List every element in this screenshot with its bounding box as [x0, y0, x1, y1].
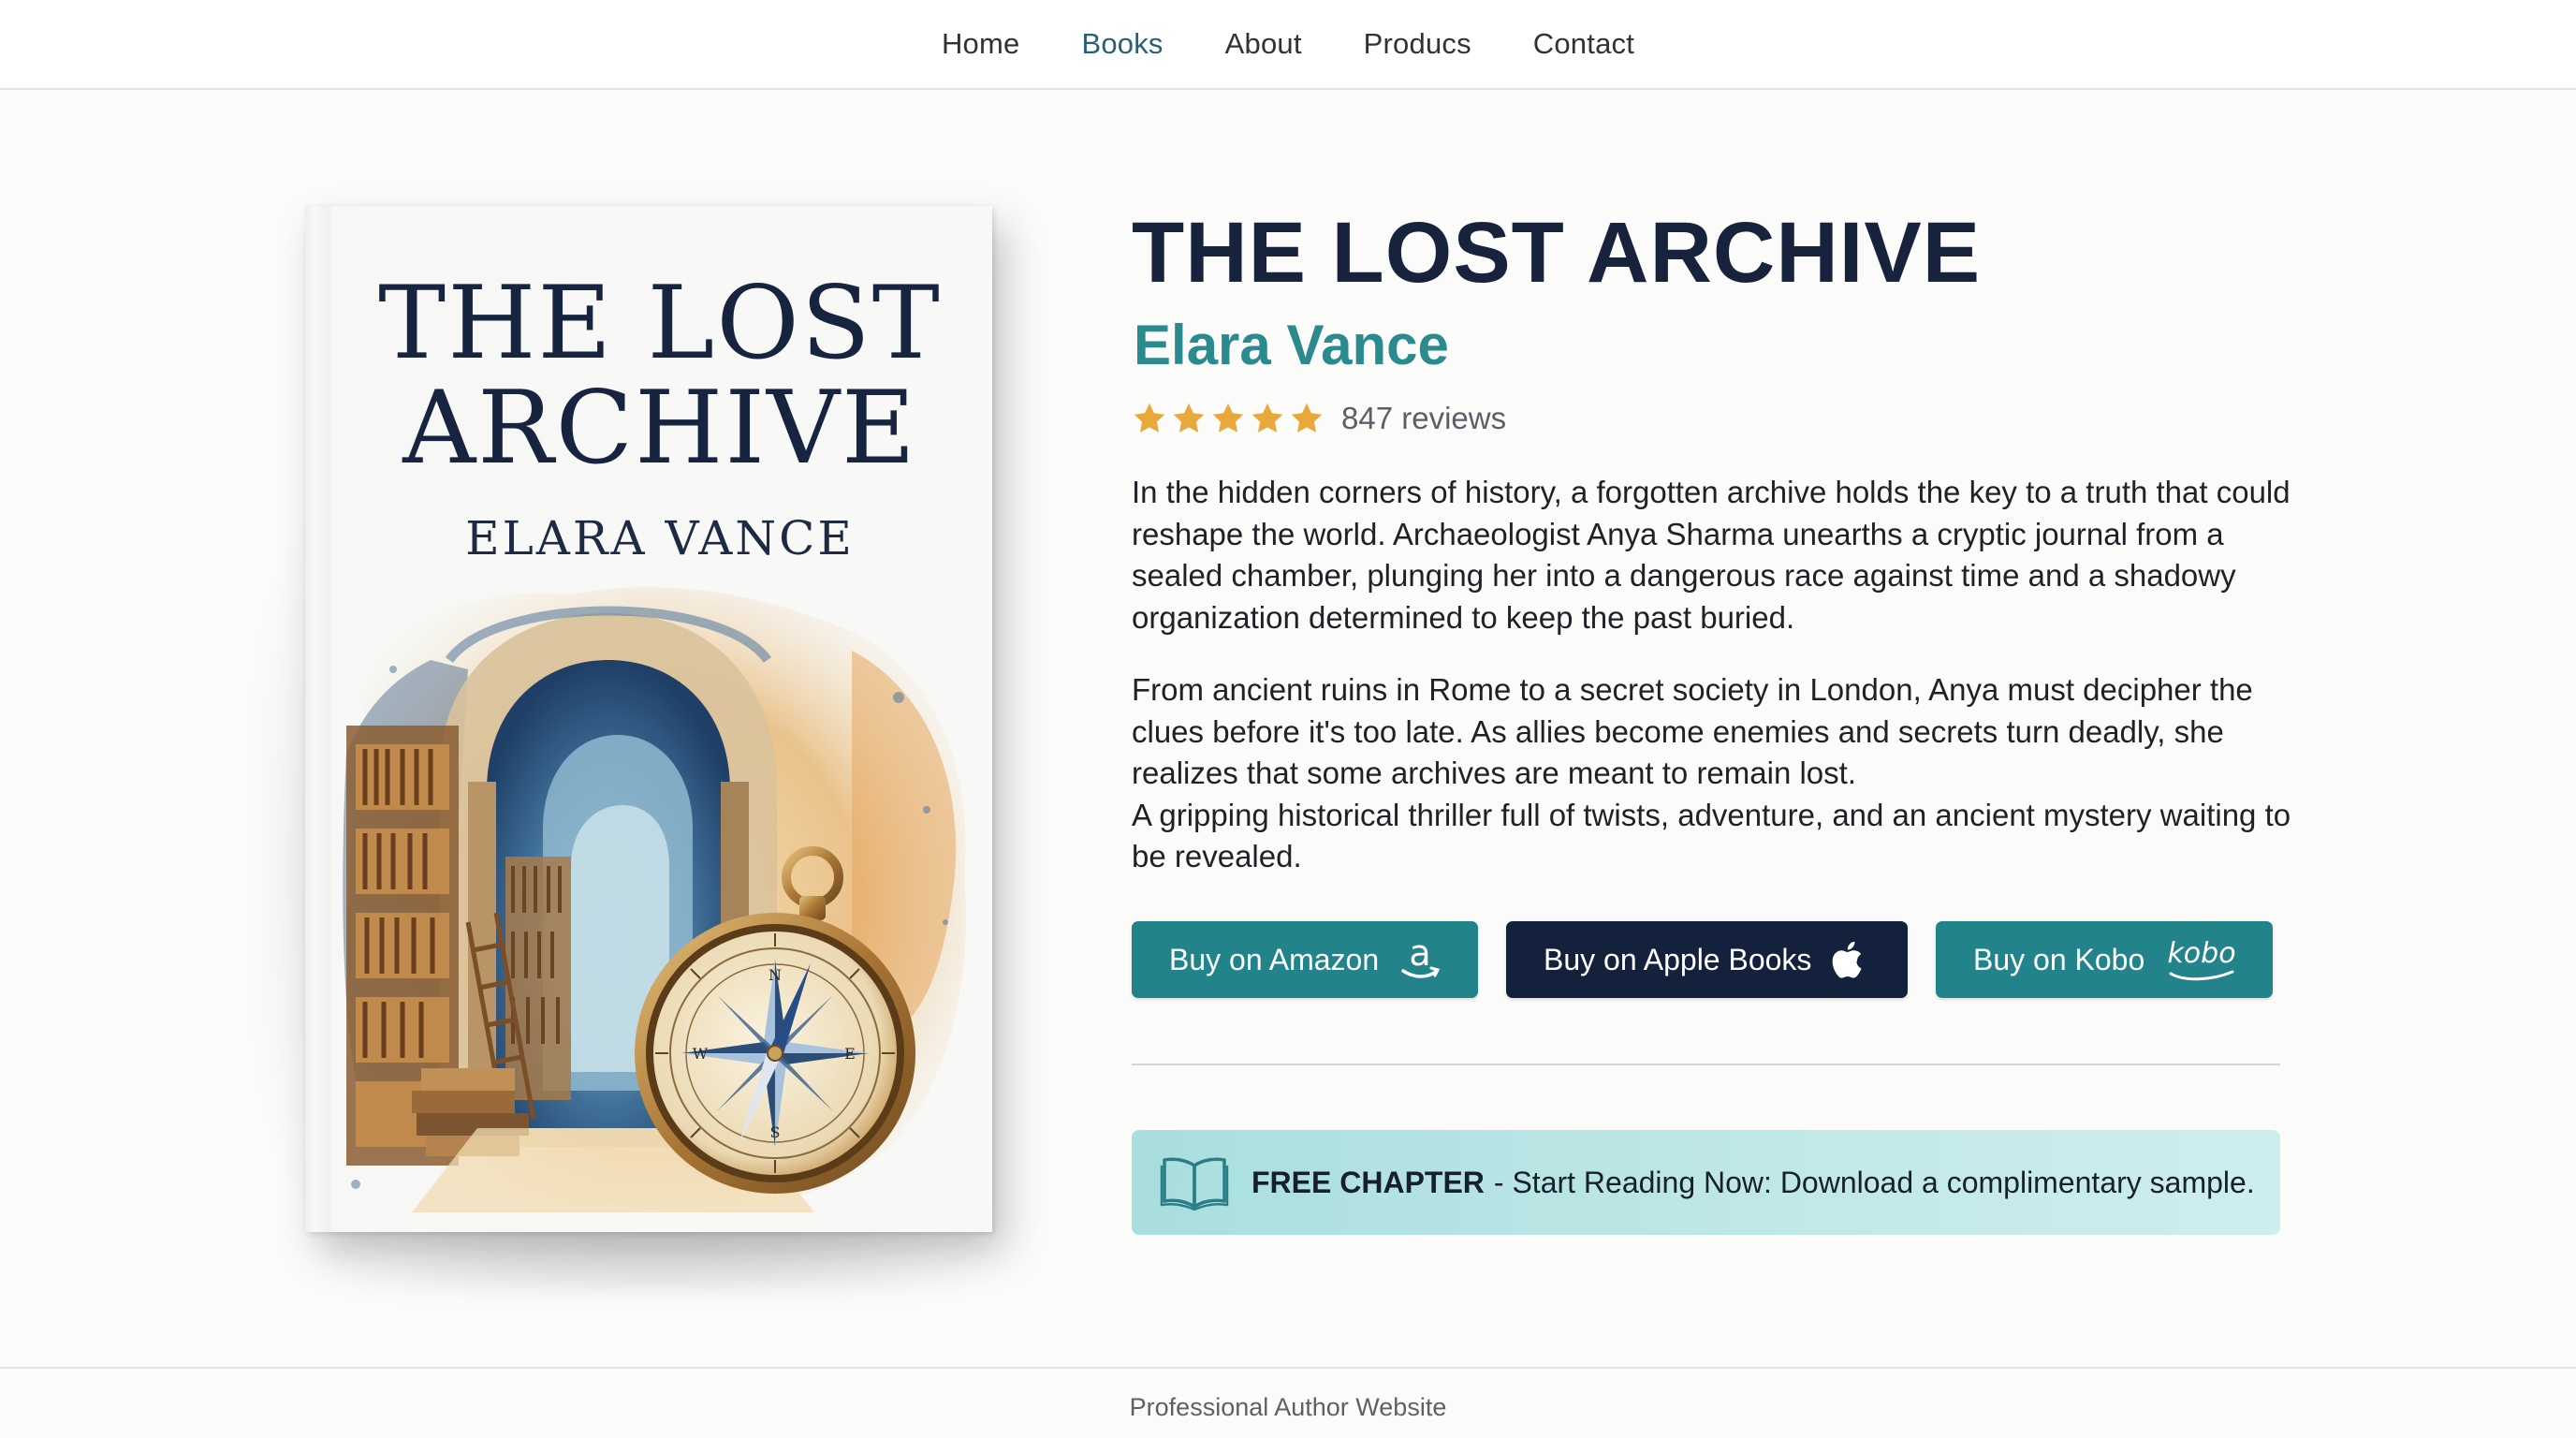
- kobo-icon-text: kobo: [2168, 937, 2236, 970]
- book-author: Elara Vance: [1134, 314, 1449, 376]
- buy-amazon-label: Buy on Amazon: [1169, 942, 1380, 976]
- free-chapter-description: - Start Reading Now: Download a complime…: [1493, 1165, 2255, 1199]
- buy-amazon-button[interactable]: Buy on Amazon a: [1132, 921, 1478, 998]
- rating: 847 reviews: [1132, 397, 1506, 440]
- amazon-icon: a: [1399, 937, 1441, 982]
- star-rating: [1132, 401, 1325, 436]
- nav-about[interactable]: About: [1225, 27, 1302, 61]
- nav-products[interactable]: Producs: [1364, 27, 1471, 61]
- description-paragraph-2: From ancient ruins in Rome to a secret s…: [1132, 669, 2292, 878]
- cover-illustration: N S W E: [343, 587, 966, 1212]
- review-count[interactable]: 847 reviews: [1341, 401, 1506, 436]
- section-divider: [1132, 1064, 2280, 1065]
- svg-text:E: E: [844, 1045, 856, 1063]
- svg-text:W: W: [693, 1045, 709, 1063]
- buy-kobo-label: Buy on Kobo: [1973, 942, 2145, 976]
- footer-text: Professional Author Website: [1129, 1393, 1447, 1421]
- kobo-icon: kobo: [2165, 936, 2238, 983]
- buy-kobo-button[interactable]: Buy on Kobo kobo: [1936, 921, 2273, 998]
- star-icon: [1173, 403, 1205, 433]
- buy-apple-books-button[interactable]: Buy on Apple Books: [1506, 921, 1908, 998]
- svg-text:a: a: [1409, 937, 1430, 974]
- cover-author: ELARA VANCE: [465, 511, 855, 565]
- free-chapter-banner[interactable]: FREE CHAPTER - Start Reading Now: Downlo…: [1132, 1130, 2280, 1235]
- cover-title: THE LOST ARCHIVE: [378, 265, 942, 487]
- svg-text:S: S: [770, 1123, 781, 1141]
- nav-links: Home Books About Producs Contact: [0, 0, 2576, 88]
- footer: Professional Author Website: [0, 1367, 2576, 1438]
- nav-home[interactable]: Home: [942, 27, 1020, 61]
- free-chapter-label: FREE CHAPTER: [1251, 1165, 1485, 1199]
- star-icon: [1291, 403, 1323, 433]
- top-navigation: Home Books About Producs Contact: [0, 0, 2576, 90]
- star-icon: [1134, 403, 1165, 433]
- description-paragraph-1: In the hidden corners of history, a forg…: [1132, 472, 2292, 638]
- description-text: A gripping historical thriller full of t…: [1132, 797, 2291, 874]
- free-chapter-text: FREE CHAPTER - Start Reading Now: Downlo…: [1251, 1130, 2255, 1235]
- svg-text:N: N: [768, 966, 782, 984]
- apple-icon: [1832, 938, 1869, 981]
- nav-contact[interactable]: Contact: [1533, 27, 1634, 61]
- book-title: THE LOST ARCHIVE: [1132, 205, 1982, 301]
- description-text: In the hidden corners of history, a forg…: [1132, 475, 2291, 635]
- book-cover: THE LOST ARCHIVE ELARA VANCE N S W E: [305, 206, 992, 1232]
- open-book-icon: [1160, 1154, 1229, 1215]
- buy-buttons: Buy on Amazon a Buy on Apple Books Buy o…: [1132, 921, 2273, 998]
- description-text: From ancient ruins in Rome to a secret s…: [1132, 672, 2253, 790]
- star-icon: [1212, 403, 1244, 433]
- nav-books[interactable]: Books: [1081, 27, 1163, 61]
- star-icon: [1251, 403, 1283, 433]
- buy-apple-label: Buy on Apple Books: [1544, 942, 1812, 976]
